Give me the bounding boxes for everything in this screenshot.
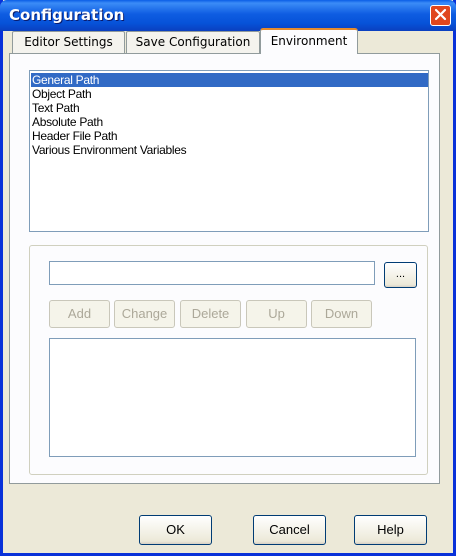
help-button[interactable]: Help — [354, 515, 427, 545]
list-item-general-path[interactable]: General Path — [31, 73, 428, 87]
close-button[interactable] — [430, 5, 451, 26]
cancel-button[interactable]: Cancel — [253, 515, 326, 545]
list-item-object-path[interactable]: Object Path — [31, 87, 428, 101]
title-bar[interactable]: Configuration — [0, 0, 456, 31]
tab-save-configuration[interactable]: Save Configuration — [126, 31, 260, 53]
tab-label: Editor Settings — [24, 35, 113, 49]
path-entries-listbox[interactable] — [49, 338, 416, 457]
list-item-text-path[interactable]: Text Path — [31, 101, 428, 115]
path-type-listbox[interactable]: General Path Object Path Text Path Absol… — [29, 70, 429, 232]
browse-button[interactable]: ... — [384, 262, 417, 288]
list-item-header-file-path[interactable]: Header File Path — [31, 129, 428, 143]
add-button[interactable]: Add — [49, 300, 110, 328]
list-item-absolute-path[interactable]: Absolute Path — [31, 115, 428, 129]
tab-environment[interactable]: Environment — [260, 28, 358, 54]
tab-label: Environment — [270, 34, 348, 48]
list-item-various-environment-variables[interactable]: Various Environment Variables — [31, 143, 428, 157]
tab-editor-settings[interactable]: Editor Settings — [12, 31, 125, 53]
path-input[interactable] — [49, 261, 375, 285]
tab-label: Save Configuration — [135, 35, 251, 49]
ok-button[interactable]: OK — [139, 515, 212, 545]
up-button[interactable]: Up — [246, 300, 307, 328]
close-icon — [434, 8, 447, 24]
delete-button[interactable]: Delete — [180, 300, 241, 328]
window-title: Configuration — [9, 6, 125, 24]
down-button[interactable]: Down — [311, 300, 372, 328]
change-button[interactable]: Change — [114, 300, 175, 328]
